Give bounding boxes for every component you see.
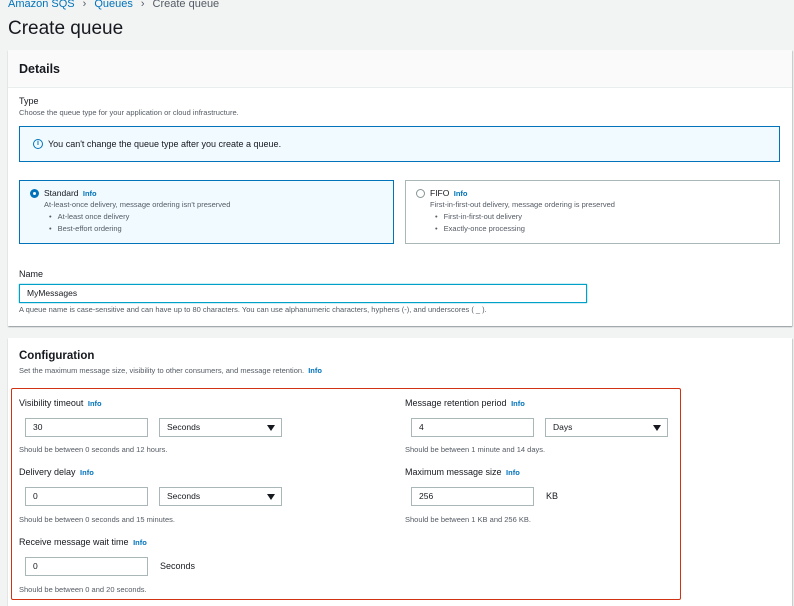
chevron-right-icon: › (82, 0, 87, 10)
max-size-unit: KB (546, 491, 559, 501)
delivery-delay-hint: Should be between 0 seconds and 15 minut… (19, 515, 175, 524)
fifo-info-link[interactable]: Info (454, 189, 468, 198)
configuration-title: Configuration (19, 350, 95, 362)
standard-bullets: At-least once delivery Best-effort order… (44, 211, 130, 235)
max-size-label-text: Maximum message size (405, 467, 502, 477)
caret-down-icon (653, 425, 661, 431)
alert-text: You can't change the queue type after yo… (48, 139, 282, 149)
fifo-description: First-in-first-out delivery, message ord… (430, 200, 615, 209)
configuration-description: Set the maximum message size, visibility… (19, 366, 322, 375)
page-title: Create queue (8, 18, 124, 39)
visibility-timeout-label-text: Visibility timeout (19, 398, 84, 408)
visibility-timeout-hint: Should be between 0 seconds and 12 hours… (19, 445, 168, 454)
breadcrumb-current: Create queue (152, 0, 220, 10)
delivery-delay-label: Delivery delay Info (19, 467, 94, 477)
delivery-delay-info-link[interactable]: Info (80, 468, 94, 477)
wait-time-input[interactable]: 0 (25, 557, 148, 576)
visibility-timeout-unit-value: Seconds (167, 422, 201, 432)
max-size-hint: Should be between 1 KB and 256 KB. (405, 515, 531, 524)
wait-time-label: Receive message wait time Info (19, 537, 147, 547)
type-description: Choose the queue type for your applicati… (19, 108, 239, 117)
max-size-info-link[interactable]: Info (506, 468, 520, 477)
configuration-desc-text: Set the maximum message size, visibility… (19, 366, 305, 375)
retention-label-text: Message retention period (405, 398, 507, 408)
retention-info-link[interactable]: Info (511, 399, 525, 408)
visibility-timeout-input[interactable]: 30 (25, 418, 148, 437)
chevron-right-icon: › (140, 0, 145, 10)
breadcrumb-queues-link[interactable]: Queues (94, 0, 133, 10)
fifo-title-text: FIFO (430, 188, 450, 198)
info-alert: i You can't change the queue type after … (19, 126, 780, 162)
breadcrumb-sqs-link[interactable]: Amazon SQS (8, 0, 75, 10)
name-label: Name (19, 269, 44, 279)
standard-title: Standard Info (44, 188, 97, 198)
breadcrumb: Amazon SQS › Queues › Create queue (8, 0, 219, 10)
delivery-delay-unit-select[interactable]: Seconds (159, 487, 282, 506)
list-item: At-least once delivery (44, 211, 130, 223)
standard-info-link[interactable]: Info (83, 189, 97, 198)
max-size-input[interactable]: 256 (411, 487, 534, 506)
retention-unit-select[interactable]: Days (545, 418, 668, 437)
wait-time-unit: Seconds (160, 561, 196, 571)
standard-title-text: Standard (44, 188, 79, 198)
wait-time-label-text: Receive message wait time (19, 537, 129, 547)
list-item: First-in-first-out delivery (430, 211, 525, 223)
configuration-info-link[interactable]: Info (308, 366, 322, 375)
caret-down-icon (267, 425, 275, 431)
wait-time-info-link[interactable]: Info (133, 538, 147, 547)
max-size-label: Maximum message size Info (405, 467, 520, 477)
wait-time-hint: Should be between 0 and 20 seconds. (19, 585, 147, 594)
details-title: Details (19, 62, 60, 76)
name-hint: A queue name is case-sensitive and can h… (19, 305, 487, 314)
type-label: Type (19, 96, 39, 106)
retention-input[interactable]: 4 (411, 418, 534, 437)
caret-down-icon (267, 494, 275, 500)
delivery-delay-input[interactable]: 0 (25, 487, 148, 506)
delivery-delay-label-text: Delivery delay (19, 467, 76, 477)
info-circle-icon: i (33, 139, 43, 149)
list-item: Exactly-once processing (430, 223, 525, 235)
list-item: Best-effort ordering (44, 223, 129, 235)
details-panel-header: Details (8, 50, 792, 88)
fifo-bullets: First-in-first-out delivery Exactly-once… (430, 211, 525, 235)
standard-description: At-least-once delivery, message ordering… (44, 200, 231, 209)
visibility-timeout-unit-select[interactable]: Seconds (159, 418, 282, 437)
retention-hint: Should be between 1 minute and 14 days. (405, 445, 546, 454)
delivery-delay-unit-value: Seconds (167, 491, 201, 501)
queue-name-input[interactable]: MyMessages (19, 284, 587, 303)
visibility-timeout-label: Visibility timeout Info (19, 398, 102, 408)
fifo-type-tile[interactable]: FIFO Info First-in-first-out delivery, m… (405, 180, 780, 244)
retention-unit-value: Days (553, 422, 573, 432)
visibility-timeout-info-link[interactable]: Info (88, 399, 102, 408)
retention-label: Message retention period Info (405, 398, 525, 408)
fifo-title: FIFO Info (430, 188, 467, 198)
standard-radio[interactable] (30, 189, 39, 198)
fifo-radio[interactable] (416, 189, 425, 198)
standard-type-tile[interactable]: Standard Info At-least-once delivery, me… (19, 180, 394, 244)
